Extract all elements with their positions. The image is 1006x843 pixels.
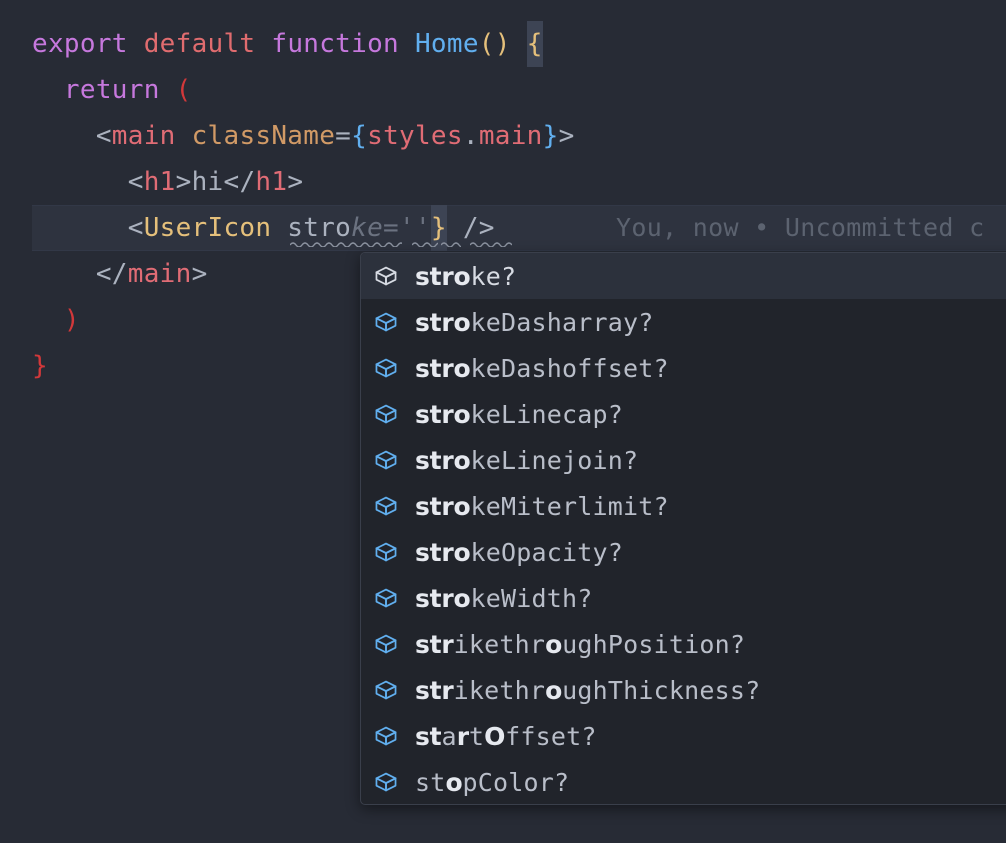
suggestion-label: strokeDashoffset? — [415, 353, 669, 383]
suggestion-item[interactable]: strokeMiterlimit? — [361, 483, 1006, 529]
code-token: = — [335, 121, 352, 151]
suggestion-label: strikethroughPosition? — [415, 629, 746, 659]
code-token: /> — [446, 213, 495, 243]
code-token: h1 — [143, 167, 176, 197]
autocomplete-suggestion-popup[interactable]: stroke? strokeDasharray? strokeDashoffset?… — [360, 252, 1006, 805]
code-token: < — [32, 213, 144, 243]
suggestion-label: stopColor? — [415, 767, 570, 797]
code-token: > — [558, 121, 575, 151]
suggestion-item[interactable]: strokeOpacity? — [361, 529, 1006, 575]
error-squiggle-stroke — [290, 241, 402, 247]
code-line-1[interactable]: export default function Home() { — [0, 21, 1006, 67]
suggestion-item[interactable]: stopColor? — [361, 759, 1006, 804]
property-cube-icon — [371, 445, 401, 475]
property-cube-icon — [371, 399, 401, 429]
property-cube-icon — [371, 675, 401, 705]
code-token: < — [32, 167, 144, 197]
code-token: className — [191, 121, 336, 151]
suggestion-item[interactable]: strikethroughPosition? — [361, 621, 1006, 667]
property-cube-icon — [371, 307, 401, 337]
code-token: } — [32, 351, 48, 381]
code-line-2[interactable]: return ( — [0, 67, 1006, 113]
suggestion-label: strokeOpacity? — [415, 537, 624, 567]
code-line-4[interactable]: <h1>hi</h1> — [0, 159, 1006, 205]
property-cube-icon — [371, 629, 401, 659]
code-token: default — [143, 29, 256, 59]
code-token: UserIcon — [143, 213, 272, 243]
code-token: export — [32, 29, 128, 59]
code-token: </ — [32, 259, 128, 289]
code-token: . — [462, 121, 479, 151]
code-token: </ — [223, 167, 256, 197]
suggestion-list[interactable]: stroke? strokeDasharray? strokeDashoffset?… — [361, 253, 1006, 804]
property-cube-icon — [371, 767, 401, 797]
code-token: > — [175, 167, 192, 197]
code-token: hi — [191, 167, 224, 197]
code-token: return — [63, 75, 160, 105]
code-token: ) — [63, 305, 80, 335]
suggestion-item[interactable]: startOffset? — [361, 713, 1006, 759]
code-token: () — [478, 29, 511, 59]
property-cube-icon — [371, 537, 401, 567]
suggestion-label: strikethroughThickness? — [415, 675, 761, 705]
suggestion-item[interactable]: strokeLinejoin? — [361, 437, 1006, 483]
error-squiggle-selfclose — [470, 241, 512, 247]
code-token: main — [111, 121, 176, 151]
property-cube-icon — [371, 261, 401, 291]
suggestion-item[interactable]: strokeWidth? — [361, 575, 1006, 621]
property-cube-icon — [371, 353, 401, 383]
code-token: main — [478, 121, 543, 151]
property-cube-icon — [371, 491, 401, 521]
code-token: styles — [367, 121, 463, 151]
suggestion-label: stroke? — [415, 261, 517, 291]
suggestion-item[interactable]: strokeDasharray? — [361, 299, 1006, 345]
matching-brace: { — [526, 21, 543, 67]
code-token: > — [287, 167, 304, 197]
code-token: Home — [414, 29, 479, 59]
suggestion-label: startOffset? — [415, 721, 597, 751]
suggestion-item[interactable]: stroke? — [361, 253, 1006, 299]
code-token: main — [127, 259, 192, 289]
code-token: < — [32, 121, 112, 151]
code-token: function — [271, 29, 399, 59]
suggestion-item[interactable]: strikethroughThickness? — [361, 667, 1006, 713]
code-token: } — [542, 121, 559, 151]
code-token: > — [191, 259, 208, 289]
code-token: { — [351, 121, 368, 151]
property-cube-icon — [371, 583, 401, 613]
code-token: stro — [287, 213, 352, 243]
error-squiggle-quote — [412, 241, 438, 247]
suggestion-label: strokeDasharray? — [415, 307, 654, 337]
suggestion-item[interactable]: strokeLinecap? — [361, 391, 1006, 437]
code-token: ( — [175, 75, 192, 105]
code-token: h1 — [255, 167, 288, 197]
code-token: ke='' — [351, 213, 431, 243]
suggestion-item[interactable]: strokeDashoffset? — [361, 345, 1006, 391]
suggestion-label: strokeMiterlimit? — [415, 491, 669, 521]
code-line-3[interactable]: <main className={styles.main}> — [0, 113, 1006, 159]
error-squiggle-brace — [441, 241, 461, 247]
suggestion-label: strokeLinejoin? — [415, 445, 639, 475]
suggestion-label: strokeLinecap? — [415, 399, 624, 429]
property-cube-icon — [371, 721, 401, 751]
suggestion-label: strokeWidth? — [415, 583, 593, 613]
